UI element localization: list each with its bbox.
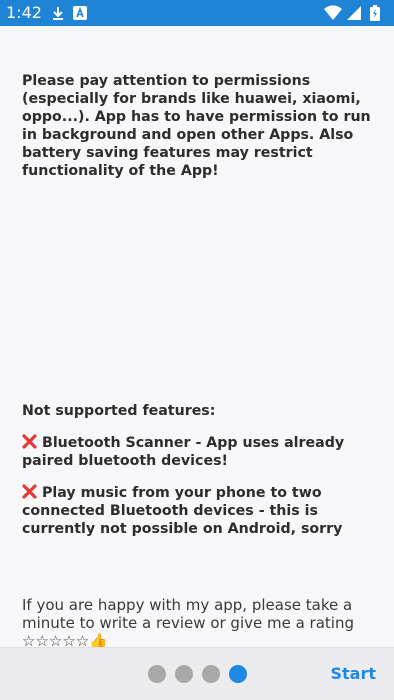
page-dot-2[interactable] [175,665,193,683]
feature-2-text: Play music from your phone to two connec… [22,485,343,537]
signal-icon [347,6,361,20]
feature-item-dual-bluetooth: Play music from your phone to two connec… [22,484,372,538]
intro-content: Please pay attention to permissions (esp… [0,26,394,647]
status-time: 1:42 [6,3,42,22]
feature-1-text: Bluetooth Scanner - App uses already pai… [22,435,345,469]
cross-mark-icon [22,484,37,499]
feature-item-bluetooth-scanner: Bluetooth Scanner - App uses already pai… [22,434,372,470]
not-supported-heading: Not supported features: [22,403,216,419]
status-bar: 1:42 [0,0,394,26]
download-icon [53,7,63,20]
cross-mark-icon [22,434,37,449]
page-indicator [148,665,247,683]
review-text: If you are happy with my app, please tak… [22,596,354,647]
battery-icon [370,5,380,21]
bottom-navigation-bar: Start [0,647,394,700]
wifi-icon [324,5,342,21]
page-dot-1[interactable] [148,665,166,683]
start-button[interactable]: Start [330,664,376,684]
page-dot-4-active[interactable] [229,665,247,683]
a-box-icon [73,6,87,20]
permissions-text: Please pay attention to permissions (esp… [22,73,371,179]
page-dot-3[interactable] [202,665,220,683]
